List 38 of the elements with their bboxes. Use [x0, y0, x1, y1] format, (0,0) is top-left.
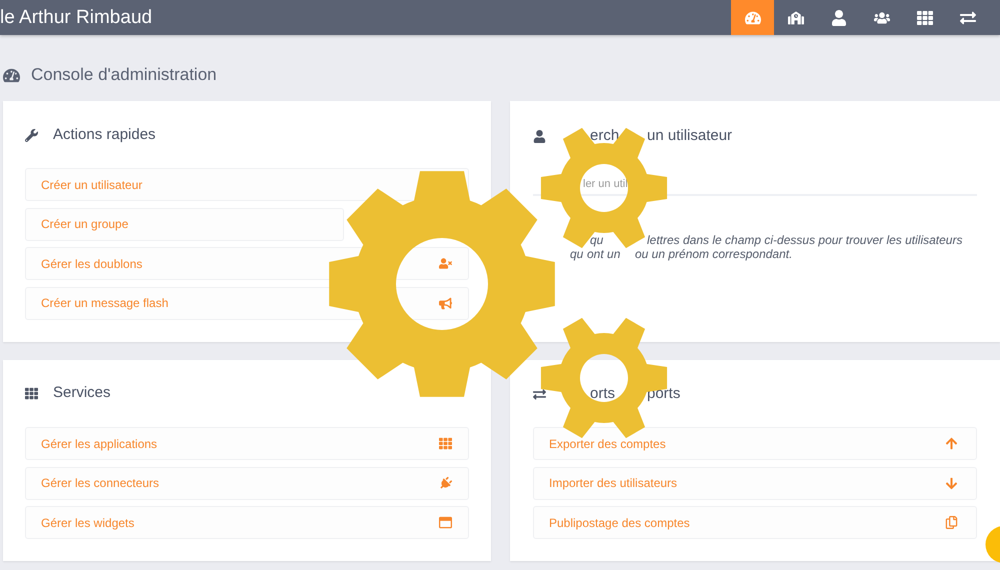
arrow-up-icon [945, 437, 958, 450]
grid-icon [916, 10, 932, 26]
copy-icon [945, 516, 958, 529]
card-title: ports [647, 384, 680, 404]
hint-text: qu [570, 247, 584, 261]
hint-text: ont un [587, 247, 620, 261]
action-link[interactable]: Gérer les applications [25, 427, 469, 460]
school-name: le Arthur Rimbaud [0, 8, 152, 27]
grid-icon [439, 437, 452, 450]
building-icon [788, 10, 804, 26]
card-title: Actions rapides [53, 124, 156, 145]
swap-arrows-icon [533, 388, 546, 401]
action-link[interactable]: Gérer les widgets [25, 506, 469, 539]
user-x-icon [439, 257, 452, 270]
arrow-down-icon [945, 476, 958, 490]
action-link[interactable]: Créer un groupe [25, 208, 344, 240]
window-icon [439, 516, 452, 529]
megaphone-icon [439, 296, 452, 310]
hint-text: ou un prénom correspondant. [635, 247, 792, 261]
card-title: erch [590, 126, 620, 146]
card-title: Services [53, 382, 111, 403]
users-icon [874, 10, 890, 26]
action-link[interactable]: Importer des utilisateurs [533, 466, 977, 500]
page-title: Console d'administration [31, 64, 217, 86]
gauge-icon [744, 10, 760, 26]
card-title: orts [590, 384, 616, 404]
gauge-icon [3, 66, 20, 84]
user-icon [533, 130, 546, 143]
hint-text: lettres dans le champ ci-dessus pour trouver les utilisateurs [647, 233, 962, 247]
action-link[interactable]: Publipostage des comptes [533, 506, 977, 539]
wrench-icon [25, 128, 38, 142]
swap-arrows-icon [960, 10, 976, 26]
hint-text: qu [590, 233, 604, 247]
action-link[interactable]: Gérer les connecteurs [25, 466, 469, 500]
card-title: un utilisateur [647, 126, 732, 146]
action-link[interactable]: Exporter des comptes [533, 427, 977, 460]
user-icon [830, 10, 846, 26]
grid-icon [25, 386, 38, 400]
